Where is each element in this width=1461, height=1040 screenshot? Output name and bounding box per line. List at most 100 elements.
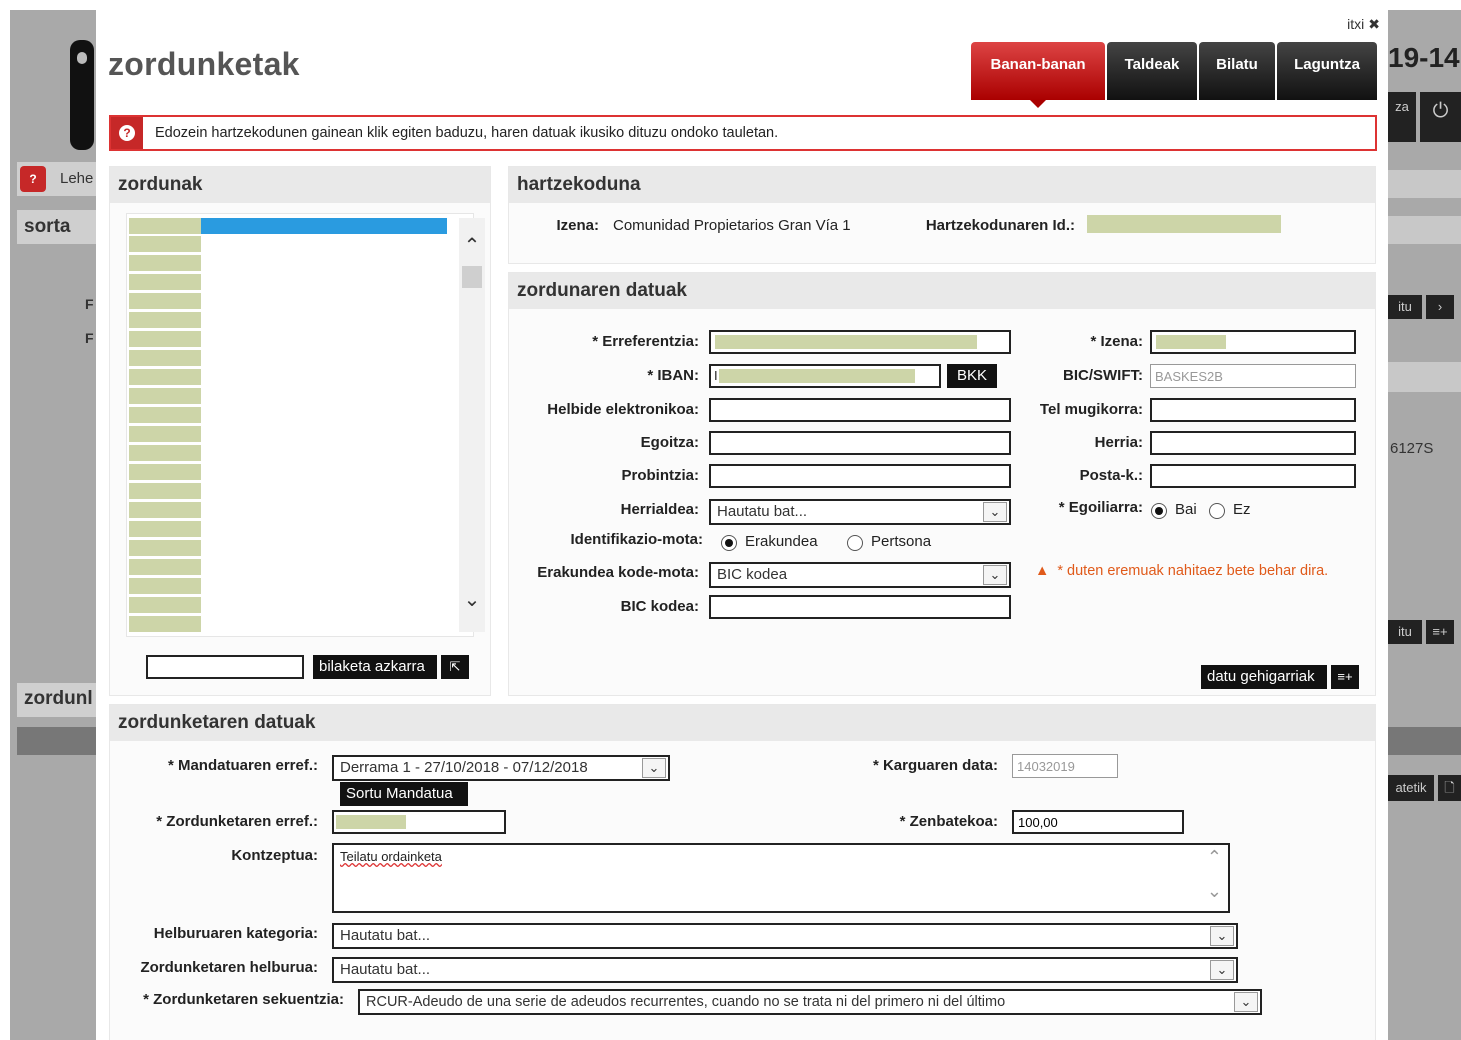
background-bar (1388, 727, 1461, 755)
list-item[interactable] (129, 236, 201, 252)
helburua-select[interactable]: Hautatu bat... ⌄ (332, 957, 1238, 983)
hartzekodun-id-value (1087, 215, 1281, 233)
list-item[interactable] (129, 521, 201, 537)
bic-swift-field[interactable] (1150, 364, 1356, 388)
power-icon[interactable]: ⏻ (1420, 92, 1461, 142)
list-item[interactable] (129, 255, 201, 271)
tab-laguntza[interactable]: Laguntza (1277, 42, 1377, 100)
list-item[interactable] (129, 445, 201, 461)
izena-label: Izena: (556, 217, 599, 234)
export-icon[interactable]: ⇱ (441, 655, 469, 679)
debtor-list[interactable]: ⌃ ⌄ (126, 213, 485, 637)
radio-erakundea-label: Erakundea (745, 533, 818, 550)
radio-erakundea[interactable] (721, 535, 737, 551)
background-right-button[interactable]: itu (1388, 295, 1422, 319)
list-item[interactable] (129, 540, 201, 556)
tel-field[interactable] (1150, 398, 1356, 422)
erakundea-kode-select[interactable]: BIC kodea ⌄ (709, 562, 1011, 588)
mandatu-label: * Mandatuaren erref.: (167, 757, 318, 774)
list-item[interactable] (129, 426, 201, 442)
panel-title: zordunketaren datuak (110, 705, 1375, 741)
karguaren-data-field[interactable] (1012, 754, 1118, 778)
erreferentzia-label: * Erreferentzia: (592, 333, 699, 350)
radio-ez[interactable] (1209, 503, 1225, 519)
chevron-down-icon: ⌄ (1206, 881, 1222, 901)
list-item[interactable] (129, 464, 201, 480)
list-item[interactable] (129, 559, 201, 575)
zordunketaren-erref-field[interactable] (332, 810, 506, 834)
quick-search-input[interactable] (146, 655, 304, 679)
egoitza-field[interactable] (709, 431, 1011, 455)
list-item[interactable] (129, 502, 201, 518)
kategoria-select[interactable]: Hautatu bat... ⌄ (332, 923, 1238, 949)
erreferentzia-field[interactable] (709, 330, 1011, 354)
list-item[interactable] (129, 293, 201, 309)
iban-field[interactable]: I (709, 364, 941, 388)
close-icon: ✖ (1368, 16, 1380, 32)
email-field[interactable] (709, 398, 1011, 422)
chevron-up-icon[interactable]: ⌃ (462, 236, 482, 256)
list-scrollbar[interactable]: ⌃ ⌄ (459, 218, 485, 632)
posta-field[interactable] (1150, 464, 1356, 488)
chevron-down-icon: ⌄ (983, 565, 1007, 585)
list-item[interactable] (129, 616, 201, 632)
panel-title: hartzekoduna (509, 167, 1375, 203)
chevron-down-icon: ⌄ (1234, 992, 1258, 1012)
herria-field[interactable] (1150, 431, 1356, 455)
bic-kodea-field[interactable] (709, 595, 1011, 619)
email-label: Helbide elektronikoa: (547, 401, 699, 418)
list-item[interactable] (129, 369, 201, 385)
tab-bar: Banan-banan Taldeak Bilatu Laguntza (971, 42, 1379, 108)
list-item[interactable] (129, 274, 201, 290)
more-data-button[interactable]: datu gehigarriak (1201, 665, 1327, 689)
background-right-button[interactable]: itu (1388, 620, 1422, 644)
quick-search-button[interactable]: bilaketa azkarra (313, 655, 437, 679)
list-add-icon[interactable]: ≡+ (1426, 620, 1454, 644)
bkk-button[interactable]: BKK (947, 364, 997, 388)
list-item[interactable] (129, 331, 201, 347)
scrollbar-thumb[interactable] (462, 266, 482, 288)
tab-banan-banan[interactable]: Banan-banan (971, 42, 1105, 108)
kontzeptua-textarea[interactable]: Teilatu ordainketa ⌃ ⌄ (332, 843, 1230, 913)
document-icon[interactable]: 🗋 (1438, 775, 1461, 801)
mandatu-select[interactable]: Derrama 1 - 27/10/2018 - 07/12/2018 ⌄ (332, 755, 670, 781)
list-item[interactable] (129, 312, 201, 328)
herrialdea-select[interactable]: Hautatu bat... ⌄ (709, 499, 1011, 525)
posta-label: Posta-k.: (1079, 467, 1143, 484)
hartzekoduna-panel: hartzekoduna Izena: Comunidad Propietari… (508, 166, 1376, 264)
zenbatekoa-field[interactable] (1012, 810, 1184, 834)
probintzia-field[interactable] (709, 464, 1011, 488)
chevron-right-icon[interactable]: › (1426, 295, 1454, 319)
create-mandate-button[interactable]: Sortu Mandatua (340, 782, 468, 806)
radio-bai[interactable] (1151, 503, 1167, 519)
warning-icon: ▲ (1035, 563, 1050, 579)
egoitza-label: Egoitza: (640, 434, 699, 451)
herrialdea-label: Herrialdea: (620, 501, 699, 518)
list-item[interactable] (129, 350, 201, 366)
background-right-button[interactable]: atetik (1388, 775, 1434, 801)
list-item[interactable] (129, 483, 201, 499)
list-add-icon[interactable]: ≡+ (1331, 665, 1359, 689)
close-button[interactable]: itxi ✖ (1347, 16, 1380, 33)
sekuentzia-select[interactable]: RCUR-Adeudo de una serie de adeudos recu… (358, 989, 1262, 1015)
background-strip (1388, 362, 1461, 392)
list-item[interactable] (129, 407, 201, 423)
info-notice: ? Edozein hartzekodunen gainean klik egi… (109, 115, 1377, 151)
izena-field[interactable] (1150, 330, 1356, 354)
list-item[interactable] (129, 597, 201, 613)
list-item[interactable] (129, 578, 201, 594)
karguaren-data-label: * Karguaren data: (872, 757, 998, 774)
background-right-button[interactable]: za (1388, 92, 1416, 142)
chevron-down-icon: ⌄ (983, 502, 1007, 522)
chevron-down-icon[interactable]: ⌄ (462, 590, 482, 610)
tab-bilatu[interactable]: Bilatu (1199, 42, 1275, 100)
list-item[interactable] (129, 388, 201, 404)
sekuentzia-label: * Zordunketaren sekuentzia: (143, 991, 344, 1008)
radio-pertsona[interactable] (847, 535, 863, 551)
background-right-column (1388, 10, 1461, 1040)
question-icon: ? (111, 117, 143, 149)
background-strip (1388, 170, 1461, 198)
background-letter: F (85, 330, 94, 346)
tab-taldeak[interactable]: Taldeak (1107, 42, 1197, 100)
close-label: itxi (1347, 16, 1365, 32)
